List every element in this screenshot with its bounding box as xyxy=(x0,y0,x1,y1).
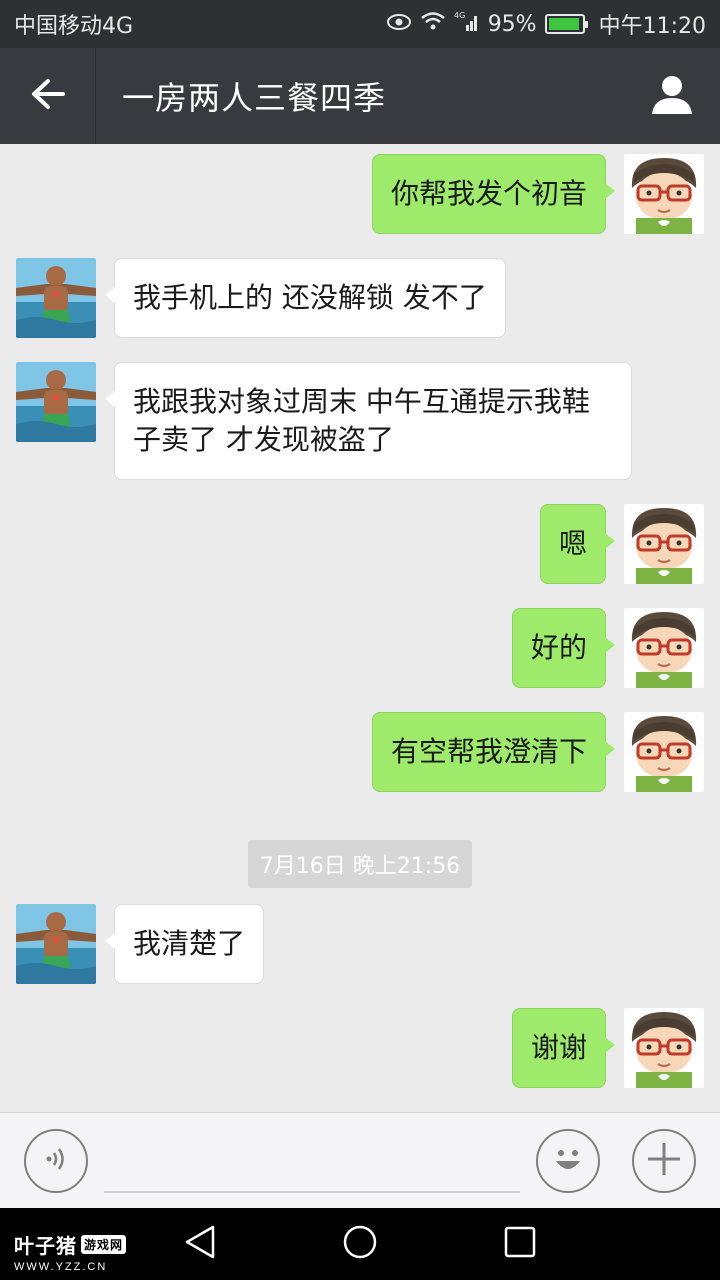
watermark: 叶子猪 游戏网 WWW.YZZ.CN xyxy=(14,1230,127,1273)
square-recents-icon xyxy=(503,1225,537,1263)
svg-text:4G: 4G xyxy=(454,11,465,20)
back-button[interactable] xyxy=(0,48,96,144)
message-bubble[interactable]: 嗯 xyxy=(539,504,616,584)
message-bubble[interactable]: 谢谢 xyxy=(511,1008,616,1088)
eye-icon xyxy=(386,12,412,37)
chat-header: 一房两人三餐四季 xyxy=(0,48,720,144)
signal-icon: 4G xyxy=(454,10,480,38)
person-icon xyxy=(650,72,694,120)
watermark-badge: 游戏网 xyxy=(81,1235,127,1254)
battery-icon xyxy=(544,14,588,34)
message-bubble[interactable]: 有空帮我澄清下 xyxy=(371,712,616,792)
message-bubble[interactable]: 我跟我对象过周末 中午互通提示我鞋子卖了 才发现被盗了 xyxy=(105,362,632,480)
system-nav-bar: 叶子猪 游戏网 WWW.YZZ.CN xyxy=(0,1208,720,1280)
time-divider: 7月16日 晚上21:56 xyxy=(0,840,720,888)
my-avatar[interactable] xyxy=(624,608,704,688)
wifi-icon xyxy=(420,11,446,37)
message-bubble[interactable]: 好的 xyxy=(511,608,616,688)
my-avatar[interactable] xyxy=(624,712,704,792)
arrow-left-icon xyxy=(30,78,66,114)
my-avatar[interactable] xyxy=(624,154,704,234)
nav-back-button[interactable] xyxy=(180,1224,220,1264)
status-bar: 中国移动4G 4G 95% 中午11:20 xyxy=(0,0,720,48)
watermark-main: 叶子猪 游戏网 xyxy=(14,1230,127,1259)
watermark-url: WWW.YZZ.CN xyxy=(14,1261,108,1273)
chat-area[interactable]: 你帮我发个初音 我手机上的 还没解锁 发不了 我跟我对象过周末 中午互通提示我鞋… xyxy=(0,144,720,1112)
my-avatar[interactable] xyxy=(624,504,704,584)
voice-button[interactable] xyxy=(24,1129,88,1193)
voice-icon xyxy=(41,1144,71,1178)
chat-info-button[interactable] xyxy=(624,48,720,144)
more-button[interactable] xyxy=(632,1129,696,1193)
message-bubble[interactable]: 我手机上的 还没解锁 发不了 xyxy=(105,258,506,338)
clock: 中午11:20 xyxy=(598,14,706,39)
nav-home-button[interactable] xyxy=(340,1224,380,1264)
contact-avatar[interactable] xyxy=(16,258,96,338)
carrier-label: 中国移动4G xyxy=(14,14,134,39)
battery-fill xyxy=(548,18,579,30)
battery-percent: 95% xyxy=(487,11,537,37)
nav-recents-button[interactable] xyxy=(500,1224,540,1264)
my-avatar[interactable] xyxy=(624,1008,704,1088)
timestamp-label: 7月16日 晚上21:56 xyxy=(247,840,473,888)
plus-icon xyxy=(644,1139,684,1183)
triangle-back-icon xyxy=(183,1224,217,1264)
watermark-brand: 叶子猪 xyxy=(14,1236,77,1258)
message-bubble[interactable]: 我清楚了 xyxy=(104,904,265,984)
message-bubble[interactable]: 你帮我发个初音 xyxy=(371,154,616,234)
chat-title: 一房两人三餐四季 xyxy=(122,79,387,117)
input-bar xyxy=(0,1112,720,1208)
circle-home-icon xyxy=(342,1224,378,1264)
contact-avatar[interactable] xyxy=(16,904,96,984)
emoji-icon xyxy=(546,1137,590,1185)
contact-avatar[interactable] xyxy=(16,362,96,442)
emoji-button[interactable] xyxy=(536,1129,600,1193)
status-icons: 4G 95% 中午11:20 xyxy=(386,8,706,40)
message-input[interactable] xyxy=(104,1133,520,1193)
